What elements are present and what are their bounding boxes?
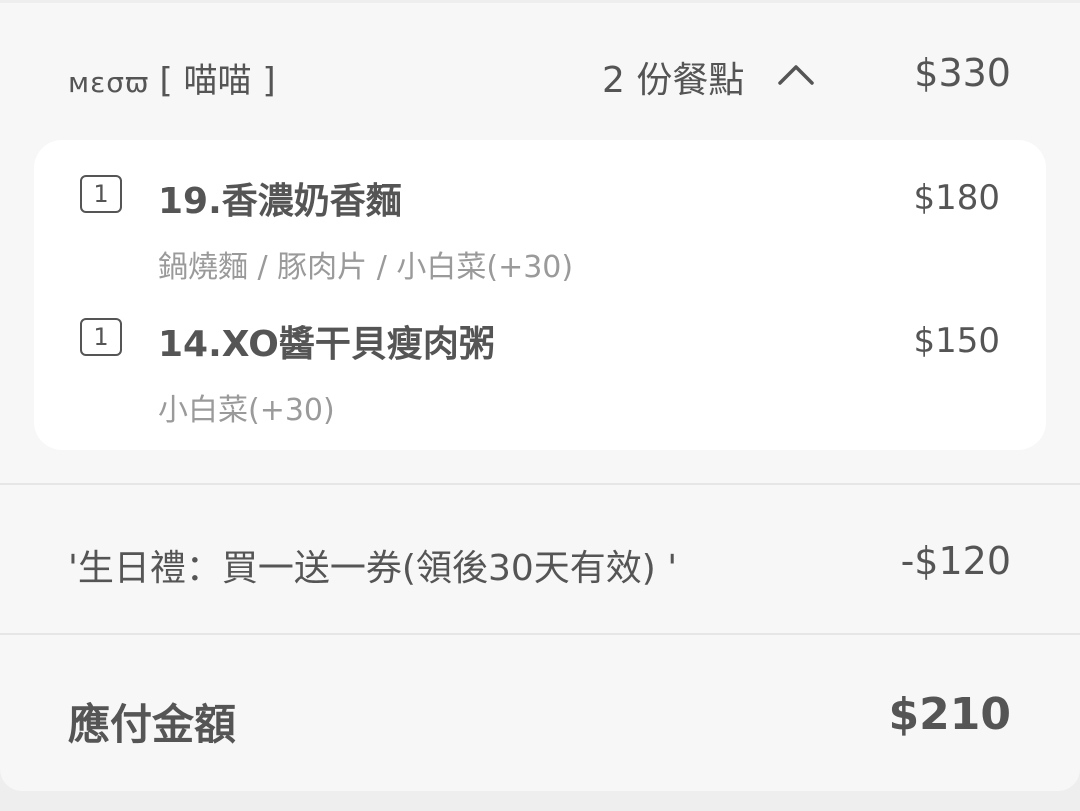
item-options: 小白菜(+30) xyxy=(158,393,335,428)
total-value: $210 xyxy=(888,689,1011,740)
discount-label: '生日禮：買一送一券(領後30天有效) ' xyxy=(68,548,678,589)
quantity-badge: 1 xyxy=(80,175,122,213)
quantity-badge: 1 xyxy=(80,318,122,356)
item-name: 14.XO醬干貝瘦肉粥 xyxy=(158,324,495,365)
store-logo-text: мεσϖ xyxy=(68,66,150,99)
divider xyxy=(0,483,1080,485)
item-count-toggle[interactable]: 2 份餐點 xyxy=(602,51,744,103)
item-price: $150 xyxy=(913,321,1000,361)
order-summary-card: мεσϖ [ 喵喵 ] 2 份餐點 $330 1 19.香濃奶香麵 $180 鍋燒… xyxy=(0,3,1080,791)
chevron-up-icon[interactable] xyxy=(776,61,816,87)
store-subtotal: $330 xyxy=(914,51,1011,95)
total-label: 應付金額 xyxy=(68,700,237,749)
item-price: $180 xyxy=(913,178,1000,218)
order-items-list: 1 19.香濃奶香麵 $180 鍋燒麵 / 豚肉片 / 小白菜(+30) 1 1… xyxy=(34,140,1046,450)
store-header: мεσϖ [ 喵喵 ] 2 份餐點 $330 xyxy=(0,3,1080,143)
store-name: мεσϖ [ 喵喵 ] xyxy=(68,53,276,102)
store-name-label: [ 喵喵 ] xyxy=(159,61,276,101)
divider xyxy=(0,633,1080,635)
item-options: 鍋燒麵 / 豚肉片 / 小白菜(+30) xyxy=(158,250,574,285)
item-name: 19.香濃奶香麵 xyxy=(158,181,402,222)
discount-value: -$120 xyxy=(900,539,1011,583)
